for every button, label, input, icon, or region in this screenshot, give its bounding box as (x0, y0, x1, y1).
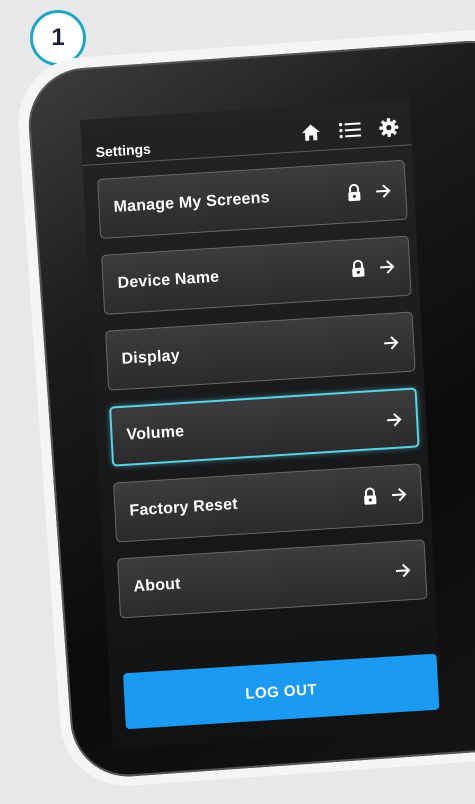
home-icon[interactable] (301, 123, 322, 142)
lock-icon (363, 487, 378, 511)
arrow-right-icon (386, 412, 403, 432)
menu-item-about[interactable]: About (117, 539, 428, 619)
lock-icon (347, 183, 362, 207)
logout-button[interactable]: LOG OUT (123, 653, 440, 730)
menu-item-label: Device Name (117, 268, 220, 292)
menu-item-label: About (133, 575, 182, 596)
page-title: Settings (95, 140, 152, 161)
step-number: 1 (51, 24, 65, 51)
arrow-right-icon (395, 563, 412, 583)
menu-item-display[interactable]: Display (105, 311, 416, 391)
menu-item-factory-reset[interactable]: Factory Reset (113, 463, 424, 543)
menu-item-manage-my-screens[interactable]: Manage My Screens (97, 159, 408, 239)
lock-icon (351, 259, 366, 283)
menu-item-volume[interactable]: Volume (109, 387, 420, 467)
arrow-right-icon (391, 487, 408, 507)
list-icon[interactable] (338, 120, 362, 139)
arrow-right-icon (379, 260, 396, 280)
menu-item-device-name[interactable]: Device Name (101, 235, 412, 315)
menu-item-label: Display (121, 347, 181, 368)
header-icon-group (300, 117, 399, 143)
arrow-right-icon (383, 335, 400, 355)
arrow-right-icon (375, 184, 392, 204)
menu-item-label: Factory Reset (129, 495, 239, 520)
device-screen: Settings Manage My Screens Device Name D… (80, 99, 443, 750)
menu-item-label: Volume (126, 423, 185, 444)
gear-icon[interactable] (378, 117, 399, 138)
settings-menu: Manage My Screens Device Name Display Vo… (97, 159, 428, 635)
menu-item-label: Manage My Screens (113, 189, 271, 217)
